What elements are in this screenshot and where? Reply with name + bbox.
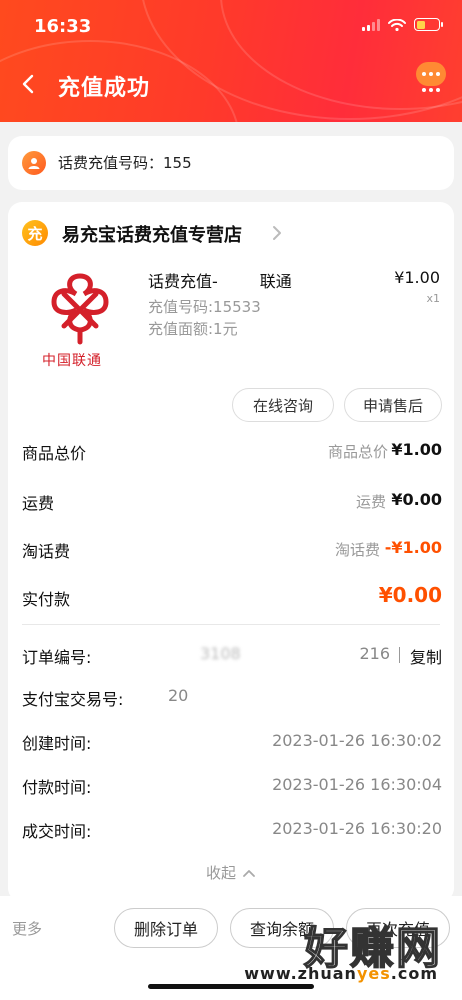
order-number-label: 订单编号: — [22, 648, 92, 667]
alipay-number-row: 支付宝交易号: 20 — [22, 686, 442, 710]
goods-total-row: 商品总价 商品总价 ¥1.00 — [22, 440, 442, 464]
status-icons — [362, 18, 443, 31]
page-title: 充值成功 — [58, 76, 151, 101]
wifi-icon — [388, 18, 406, 31]
delete-order-button[interactable]: 删除订单 — [114, 908, 218, 948]
collapse-label: 收起 — [205, 864, 236, 882]
shop-name-link[interactable]: 易充宝话费充值专营店 — [62, 221, 242, 247]
brand-text: 中国联通 — [42, 353, 102, 369]
product-title[interactable]: 话费充值- 联通 — [148, 268, 292, 292]
chevron-right-icon[interactable] — [270, 224, 284, 242]
more-menu-button[interactable] — [414, 60, 448, 94]
goods-total-label: 商品总价 — [22, 444, 87, 463]
paid-time-row: 付款时间: 2023-01-26 16:30:04 — [22, 774, 442, 798]
product-quantity: x1 — [426, 292, 440, 305]
product-price: ¥1.00 — [394, 268, 440, 287]
created-time-label: 创建时间: — [22, 734, 92, 753]
alipay-number-head: 20 — [168, 686, 189, 705]
shipping-value: ¥0.00 — [391, 490, 442, 509]
divider — [22, 624, 440, 625]
more-dots-icon — [414, 88, 448, 92]
goods-total-sublabel: 商品总价 — [327, 443, 388, 461]
paid-time-value: 2023-01-26 16:30:04 — [272, 775, 442, 794]
shipping-row: 运费 运费 ¥0.00 — [22, 490, 442, 514]
battery-icon — [414, 18, 443, 31]
order-number-tail: 216 — [359, 644, 390, 663]
product-title-prefix: 话费充值- — [148, 272, 218, 291]
paid-value: ¥0.00 — [378, 583, 442, 607]
chevron-up-icon — [243, 869, 255, 877]
recharge-number-label: 话费充值号码：155 — [58, 154, 192, 172]
more-link[interactable]: 更多 — [12, 918, 42, 939]
taobao-fee-sublabel: 淘话费 — [334, 541, 380, 559]
header-bar: 16:33 充值成功 — [0, 0, 462, 122]
taobao-fee-row: 淘话费 淘话费 -¥1.00 — [22, 538, 442, 562]
paid-label: 实付款 — [22, 590, 71, 609]
deal-time-value: 2023-01-26 16:30:20 — [272, 819, 442, 838]
redacted-order-number: 3108 — [200, 644, 241, 663]
order-card: 充 易充宝话费充值专营店 中国联通 话费充值- 联通 ¥1.00 x1 充值号码:… — [8, 202, 454, 902]
created-time-row: 创建时间: 2023-01-26 16:30:02 — [22, 730, 442, 754]
recharge-number-card: 话费充值号码：155 — [8, 136, 454, 190]
created-time-value: 2023-01-26 16:30:02 — [272, 731, 442, 750]
watermark-url: www.zhuanyes.com — [244, 964, 438, 983]
online-consult-button[interactable]: 在线咨询 — [232, 388, 334, 422]
shipping-label: 运费 — [22, 494, 55, 513]
deal-time-row: 成交时间: 2023-01-26 16:30:20 — [22, 818, 442, 842]
back-arrow-icon — [22, 74, 34, 94]
china-unicom-logo-icon — [51, 273, 109, 345]
back-button[interactable] — [14, 70, 42, 98]
alipay-number-label: 支付宝交易号: — [22, 690, 124, 709]
paid-time-label: 付款时间: — [22, 778, 92, 797]
status-time: 16:33 — [34, 16, 92, 37]
watermark: 好赚网 www.zhuanyes.com — [244, 912, 442, 992]
shop-logo: 充 — [22, 220, 48, 246]
separator — [399, 647, 400, 663]
chat-bubble-icon — [416, 62, 446, 86]
taobao-fee-label: 淘话费 — [22, 542, 71, 561]
redaction — [218, 275, 260, 291]
product-attr-amount: 充值面额:1元 — [148, 320, 238, 338]
after-sale-button[interactable]: 申请售后 — [344, 388, 442, 422]
signal-icon — [362, 18, 380, 31]
copy-order-number-button[interactable]: 复制 — [410, 644, 442, 668]
taobao-fee-value: -¥1.00 — [384, 538, 442, 557]
collapse-button[interactable]: 收起 — [8, 862, 454, 883]
paid-row: 实付款 ¥0.00 — [22, 583, 442, 610]
product-attr-number: 充值号码:15533 — [148, 298, 261, 316]
goods-total-value: ¥1.00 — [391, 440, 442, 459]
shipping-sublabel: 运费 — [355, 493, 386, 511]
deal-time-label: 成交时间: — [22, 822, 92, 841]
product-title-suffix: 联通 — [259, 272, 292, 291]
user-icon — [22, 151, 46, 175]
order-number-row: 订单编号: 3108 216 复制 — [22, 644, 442, 668]
